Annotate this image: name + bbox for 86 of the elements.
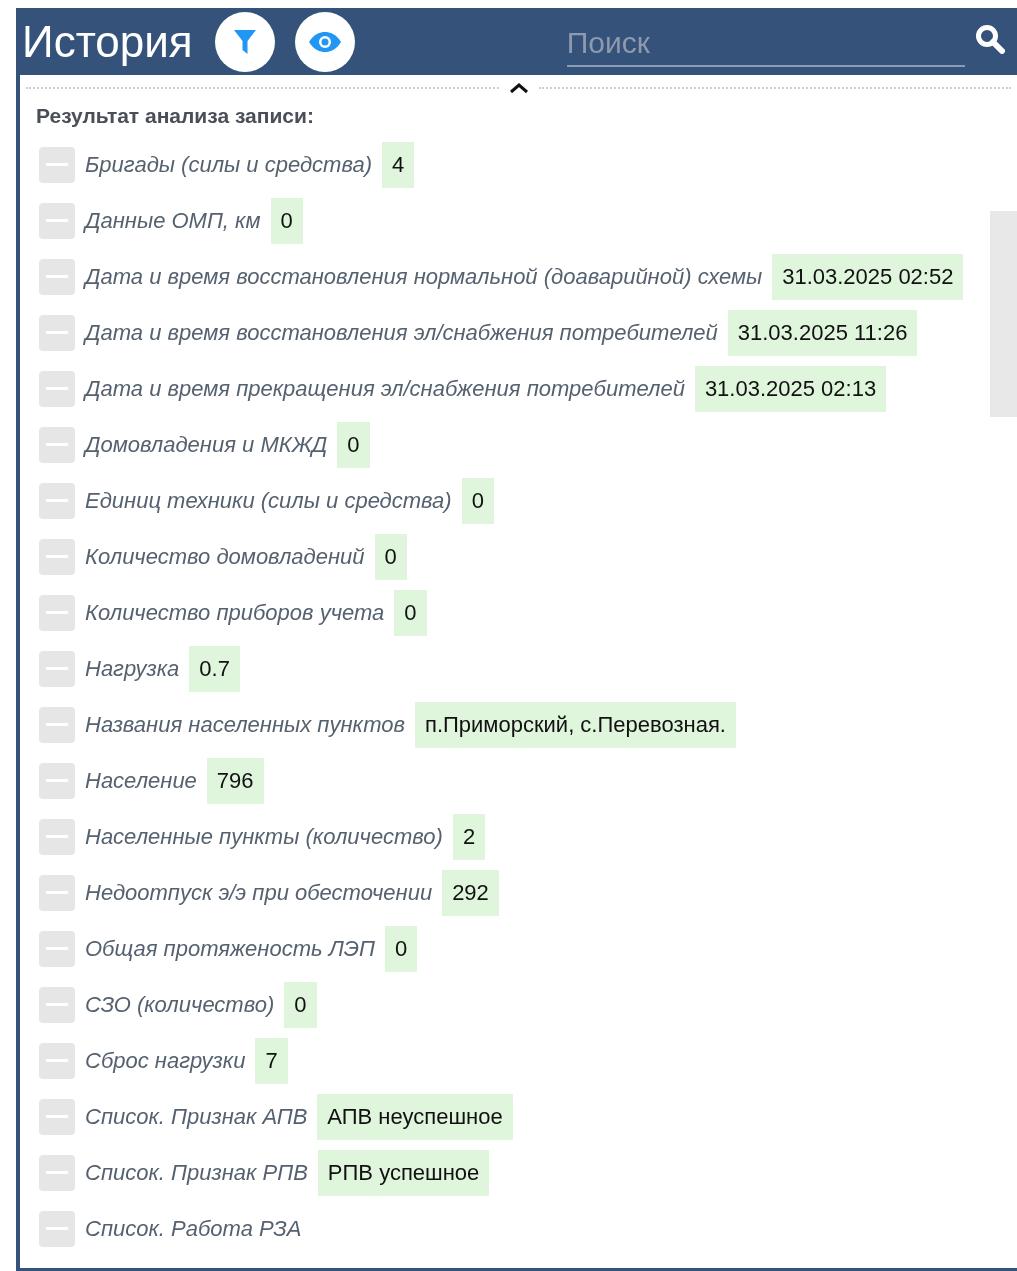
minus-icon: [46, 218, 68, 223]
field-value: 0.7: [189, 645, 240, 692]
remove-button[interactable]: [39, 1098, 75, 1135]
field-label: Домовладения и МКЖД: [85, 431, 328, 459]
field-label: Дата и время прекращения эл/снабжения потребителей: [85, 375, 685, 403]
field-label: Дата и время восстановления нормальной (доаварийной) схемы: [85, 263, 763, 291]
eye-icon: [307, 30, 342, 53]
field-value: 2: [452, 813, 486, 860]
field-label: Список. Признак РПВ: [85, 1159, 308, 1187]
field-value: 0: [461, 477, 494, 524]
minus-icon: [46, 498, 68, 503]
field-label: Население: [85, 767, 197, 795]
minus-icon: [46, 946, 68, 951]
field-value: 31.03.2025 11:26: [727, 309, 918, 356]
field-label: Названия населенных пунктов: [85, 711, 405, 739]
field-value: 0: [337, 421, 370, 468]
minus-icon: [46, 610, 68, 615]
minus-icon: [46, 1170, 68, 1175]
minus-icon: [46, 778, 68, 783]
field-value: 0: [394, 589, 427, 636]
minus-icon: [46, 554, 68, 559]
field-label: СЗО (количество): [85, 991, 275, 1019]
remove-button[interactable]: [39, 426, 75, 463]
minus-icon: [46, 1114, 68, 1119]
minus-icon: [46, 1058, 68, 1063]
minus-icon: [46, 386, 68, 391]
field-value: 292: [442, 869, 499, 916]
field-label: Количество приборов учета: [85, 599, 385, 627]
field-value: 0: [385, 925, 418, 972]
remove-button[interactable]: [39, 258, 75, 295]
field-value: АПВ неуспешное: [317, 1093, 513, 1140]
remove-button[interactable]: [39, 538, 75, 575]
field-label: Единиц техники (силы и средства): [85, 487, 452, 515]
minus-icon: [46, 666, 68, 671]
remove-button[interactable]: [39, 762, 75, 799]
remove-button[interactable]: [39, 146, 75, 183]
minus-icon: [46, 890, 68, 895]
minus-icon: [46, 834, 68, 839]
remove-button[interactable]: [39, 314, 75, 351]
remove-button[interactable]: [39, 202, 75, 239]
field-label: Количество домовладений: [85, 543, 365, 571]
minus-icon: [46, 722, 68, 727]
remove-button[interactable]: [39, 986, 75, 1023]
remove-button[interactable]: [39, 1154, 75, 1191]
remove-button[interactable]: [39, 1210, 75, 1247]
minus-icon: [46, 330, 68, 335]
field-value: 0: [284, 981, 317, 1028]
remove-button[interactable]: [39, 482, 75, 519]
field-value: 0: [374, 533, 407, 580]
collapse-icon[interactable]: [508, 82, 529, 94]
field-label: Населенные пункты (количество): [85, 823, 443, 851]
field-value: 796: [206, 757, 264, 804]
field-value: РПВ успешное: [317, 1149, 490, 1196]
field-value: 31.03.2025 02:13: [694, 365, 887, 412]
remove-button[interactable]: [39, 650, 75, 687]
minus-icon: [46, 442, 68, 447]
field-value: 7: [255, 1037, 288, 1084]
field-label: Сброс нагрузки: [85, 1047, 246, 1075]
remove-button[interactable]: [39, 874, 75, 911]
remove-button[interactable]: [39, 706, 75, 743]
field-value: 31.03.2025 02:52: [772, 253, 964, 300]
field-label: Список. Признак АПВ: [85, 1103, 308, 1131]
field-label: Нагрузка: [85, 655, 180, 683]
minus-icon: [46, 1002, 68, 1007]
remove-button[interactable]: [39, 1042, 75, 1079]
field-label: Общая протяженость ЛЭП: [85, 935, 375, 963]
field-label: Бригады (силы и средства): [85, 151, 372, 179]
remove-button[interactable]: [39, 930, 75, 967]
minus-icon: [46, 162, 68, 167]
filter-icon: [232, 27, 257, 56]
minus-icon: [46, 274, 68, 279]
remove-button[interactable]: [39, 594, 75, 631]
field-label: Дата и время восстановления эл/снабжения потребителей: [85, 319, 718, 347]
field-label: Список. Работа РЗА: [85, 1215, 302, 1243]
window-title: История: [22, 19, 193, 64]
remove-button[interactable]: [39, 370, 75, 407]
minus-icon: [46, 1226, 68, 1231]
search-field[interactable]: Поиск: [566, 16, 965, 67]
search-icon[interactable]: [974, 23, 1005, 54]
field-value: 0: [270, 197, 303, 244]
field-label: Недоотпуск э/э при обесточении: [85, 879, 433, 907]
field-value: п.Приморский, с.Перевозная.: [414, 701, 736, 748]
remove-button[interactable]: [39, 818, 75, 855]
section-title: Результат анализа записи:: [36, 103, 315, 129]
field-value: 4: [382, 141, 415, 188]
field-label: Данные ОМП, км: [85, 207, 261, 235]
